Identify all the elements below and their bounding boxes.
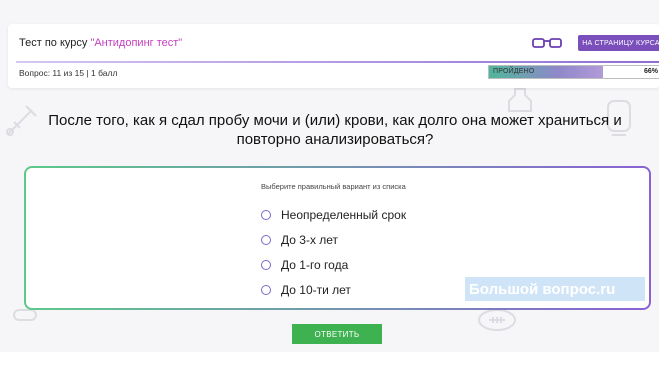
progress-label: ПРОЙДЕНО xyxy=(493,68,535,75)
answer-option-label[interactable]: До 3-х лет xyxy=(281,233,338,247)
progress-percent: 66% xyxy=(643,68,658,75)
answer-option[interactable]: До 10-ти лет xyxy=(261,283,351,297)
watermark: Большой вопрос .ru xyxy=(465,277,645,301)
answer-option-label[interactable]: До 10-ти лет xyxy=(281,283,351,297)
question-text: После того, как я сдал пробу мочи и (или… xyxy=(48,112,622,148)
course-title-prefix: Тест по курсу xyxy=(19,37,91,49)
watermark-text: Большой вопрос xyxy=(469,280,597,298)
question-counter: Вопрос: 11 из 15 | 1 балл xyxy=(19,68,118,78)
answer-option[interactable]: Неопределенный срок xyxy=(261,208,406,222)
radio-button[interactable] xyxy=(261,210,271,220)
course-header: Тест по курсу "Антидопинг тест" НА СТРАН… xyxy=(8,24,659,88)
glasses-icon xyxy=(532,38,562,48)
answer-option-label[interactable]: До 1-го года xyxy=(281,258,348,272)
answer-instruction: Выберите правильный вариант из списка xyxy=(261,182,406,191)
radio-button[interactable] xyxy=(261,235,271,245)
watermark-suffix: .ru xyxy=(596,280,616,298)
course-name-link[interactable]: "Антидопинг тест" xyxy=(90,37,182,49)
course-title: Тест по курсу "Антидопинг тест" xyxy=(19,37,182,49)
submit-answer-button[interactable]: ОТВЕТИТЬ xyxy=(292,324,382,344)
progress-bar: ПРОЙДЕНО 66% xyxy=(488,65,659,79)
answer-option-label[interactable]: Неопределенный срок xyxy=(281,208,406,222)
header-divider xyxy=(16,61,659,63)
radio-button[interactable] xyxy=(261,285,271,295)
answer-option[interactable]: До 3-х лет xyxy=(261,233,338,247)
course-page-button[interactable]: НА СТРАНИЦУ КУРСА xyxy=(578,35,659,51)
radio-button[interactable] xyxy=(261,260,271,270)
answer-option[interactable]: До 1-го года xyxy=(261,258,348,272)
